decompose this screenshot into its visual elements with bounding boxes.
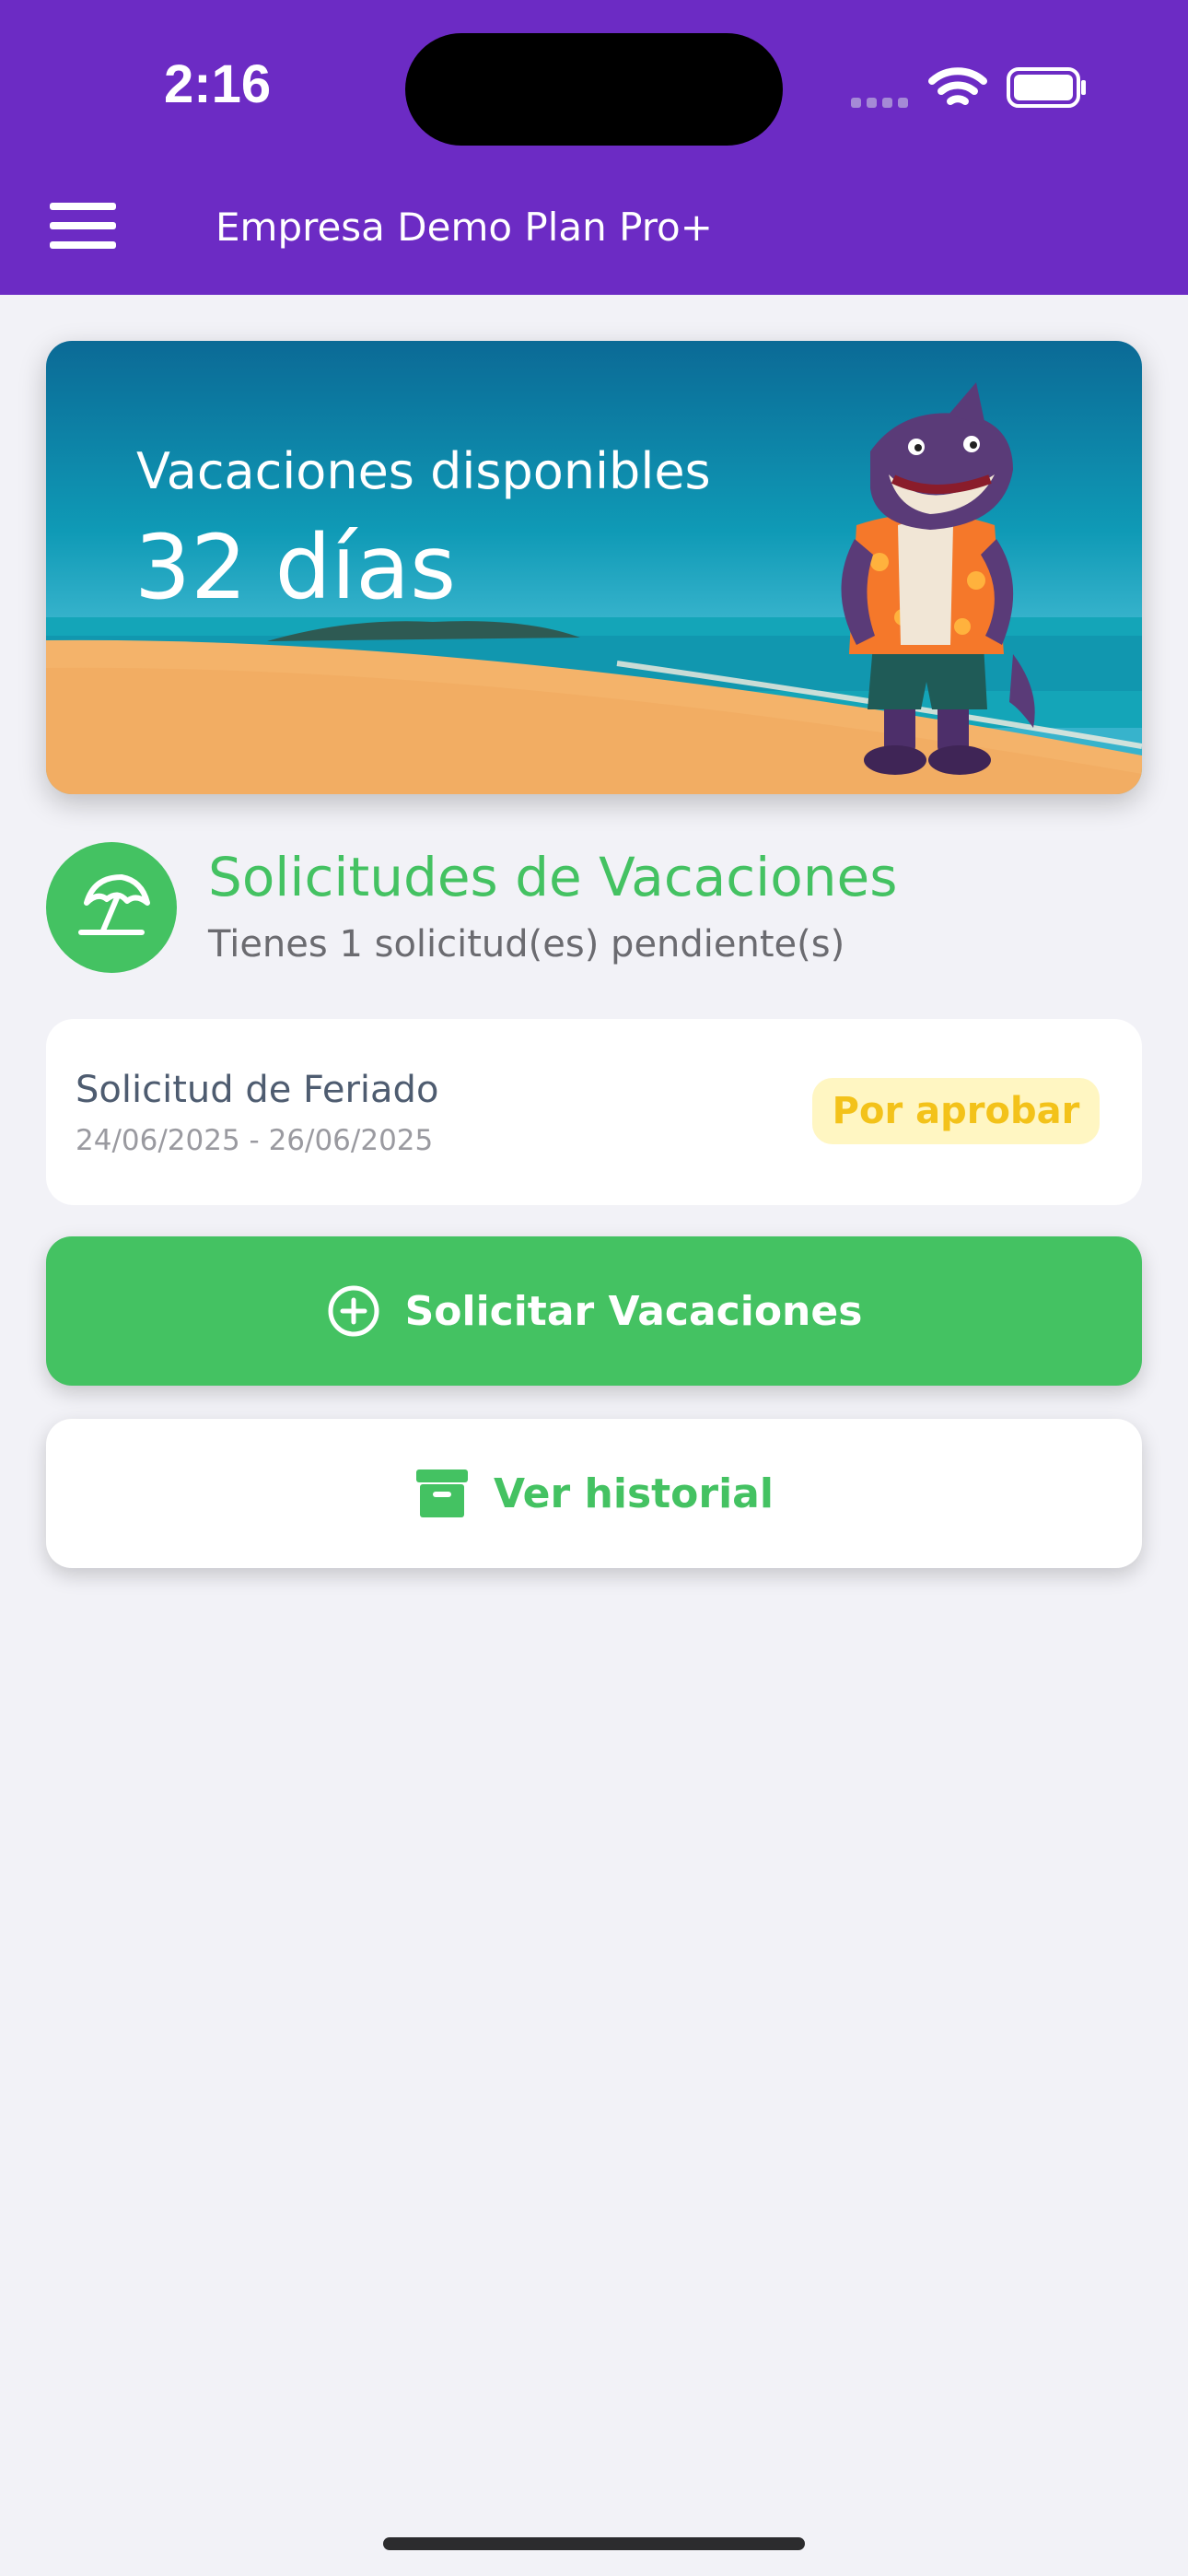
section-title: Solicitudes de Vacaciones bbox=[208, 846, 898, 908]
vacation-balance-card: Vacaciones disponibles 32 días bbox=[46, 341, 1142, 794]
hamburger-menu-icon[interactable] bbox=[50, 203, 116, 249]
pending-requests-count: Tienes 1 solicitud(es) pendiente(s) bbox=[208, 923, 845, 966]
app-header: 2:16 Empresa Demo Plan Pro+ bbox=[0, 0, 1188, 295]
beach-umbrella-icon bbox=[46, 842, 177, 973]
status-badge: Por aprobar bbox=[812, 1078, 1100, 1144]
signal-icon bbox=[851, 94, 914, 111]
plus-circle-icon bbox=[326, 1283, 381, 1339]
vacation-request-item[interactable]: Solicitud de Feriado 24/06/2025 - 26/06/… bbox=[46, 1019, 1142, 1205]
wifi-icon bbox=[928, 64, 987, 114]
dynamic-island bbox=[405, 33, 783, 146]
company-title: Empresa Demo Plan Pro+ bbox=[215, 205, 713, 250]
request-vacation-button[interactable]: Solicitar Vacaciones bbox=[46, 1236, 1142, 1386]
available-vacation-days: 32 días bbox=[134, 516, 457, 619]
available-vacation-label: Vacaciones disponibles bbox=[136, 442, 711, 500]
home-indicator[interactable] bbox=[383, 2537, 805, 2550]
status-time: 2:16 bbox=[164, 54, 272, 114]
battery-icon bbox=[1006, 66, 1089, 112]
request-dates: 24/06/2025 - 26/06/2025 bbox=[76, 1124, 434, 1157]
archive-box-icon bbox=[414, 1468, 470, 1519]
request-title: Solicitud de Feriado bbox=[76, 1069, 439, 1111]
view-history-button[interactable]: Ver historial bbox=[46, 1419, 1142, 1568]
request-vacation-label: Solicitar Vacaciones bbox=[404, 1287, 863, 1335]
view-history-label: Ver historial bbox=[494, 1469, 774, 1517]
